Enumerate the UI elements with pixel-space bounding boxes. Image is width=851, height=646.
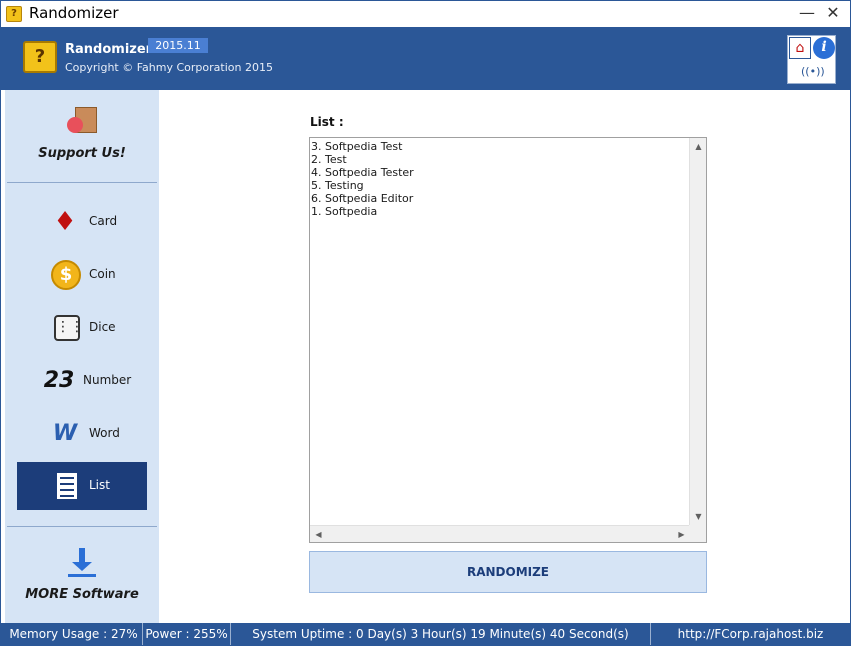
minimize-button[interactable]: — <box>793 1 821 27</box>
scroll-up-icon[interactable]: ▲ <box>690 138 707 155</box>
version-badge: 2015.11 <box>148 38 208 53</box>
broadcast-icon[interactable]: ((•)) <box>801 62 825 84</box>
list-line: 5. Testing <box>311 179 364 192</box>
number-icon: 23 <box>43 368 75 393</box>
randomize-button[interactable]: RANDOMIZE <box>309 551 707 593</box>
sidebar-item-label: Dice <box>89 320 116 334</box>
copyright-text: Copyright © Fahmy Corporation 2015 <box>65 61 273 74</box>
sidebar-item-dice[interactable]: ⋮⋮ Dice <box>17 304 147 352</box>
list-text: 3. Softpedia Test 2. Test 4. Softpedia Tes… <box>311 140 414 218</box>
sidebar: Support Us! ♦ Card $ Coin ⋮⋮ Dice 23 Num… <box>5 90 159 623</box>
header-banner: ? Randomizer 2015.11 Copyright © Fahmy C… <box>1 27 850 90</box>
sidebar-item-number[interactable]: 23 Number <box>17 357 147 405</box>
sidebar-item-coin[interactable]: $ Coin <box>17 251 147 299</box>
dice-icon: ⋮⋮ <box>54 315 84 341</box>
website-link[interactable]: http://FCorp.rajahost.biz <box>651 623 850 645</box>
app-name: Randomizer <box>65 42 153 57</box>
app-icon: ? <box>6 6 22 22</box>
scroll-left-icon[interactable]: ◀ <box>310 526 327 543</box>
sidebar-item-label: Coin <box>89 267 116 281</box>
sidebar-item-card[interactable]: ♦ Card <box>17 198 147 246</box>
sidebar-item-label: List <box>89 478 110 492</box>
list-line: 4. Softpedia Tester <box>311 166 414 179</box>
cards-icon: ♦ <box>53 207 77 237</box>
list-line: 3. Softpedia Test <box>311 140 403 153</box>
home-icon[interactable]: ⌂ <box>789 37 811 59</box>
download-icon <box>68 548 96 578</box>
sidebar-divider <box>7 182 157 183</box>
list-line: 1. Softpedia <box>311 205 378 218</box>
sidebar-item-list[interactable]: List <box>17 462 147 510</box>
sidebar-item-word[interactable]: W Word <box>17 410 147 458</box>
support-us-label: Support Us! <box>38 146 126 161</box>
app-window: ? Randomizer — ✕ ? Randomizer 2015.11 Co… <box>0 0 851 646</box>
gift-icon <box>67 107 97 135</box>
scroll-down-icon[interactable]: ▼ <box>690 508 707 525</box>
power-status: Power : 255% <box>143 623 231 645</box>
uptime-status: System Uptime : 0 Day(s) 3 Hour(s) 19 Mi… <box>231 623 651 645</box>
horizontal-scrollbar[interactable]: ◀ ▶ <box>310 525 690 542</box>
header-button-panel: ⌂ i ((•)) <box>787 35 836 84</box>
sidebar-item-label: Card <box>89 214 118 228</box>
title-bar: ? Randomizer — ✕ <box>1 1 850 27</box>
list-line: 2. Test <box>311 153 347 166</box>
window-title: Randomizer <box>29 4 119 22</box>
vertical-scrollbar[interactable]: ▲ ▼ <box>689 138 706 525</box>
list-textarea[interactable]: 3. Softpedia Test 2. Test 4. Softpedia Tes… <box>309 137 707 543</box>
coin-icon: $ <box>51 260 81 290</box>
status-bar: Memory Usage : 27% Power : 255% System U… <box>1 623 850 645</box>
sidebar-item-label: Word <box>89 426 120 440</box>
sidebar-item-label: Number <box>83 373 132 387</box>
support-us-button[interactable]: Support Us! <box>5 90 159 182</box>
scrollbar-corner <box>689 525 706 542</box>
list-label: List : <box>310 115 344 129</box>
more-software-label: MORE Software <box>25 587 139 602</box>
word-icon: W <box>52 421 78 446</box>
list-line: 6. Softpedia Editor <box>311 192 414 205</box>
close-button[interactable]: ✕ <box>819 1 847 27</box>
sidebar-divider <box>7 526 157 527</box>
scroll-right-icon[interactable]: ▶ <box>673 526 690 543</box>
app-logo: ? <box>23 41 57 73</box>
more-software-button[interactable]: MORE Software <box>5 540 159 610</box>
list-icon <box>55 471 79 503</box>
info-icon[interactable]: i <box>813 37 835 59</box>
memory-usage-status: Memory Usage : 27% <box>5 623 143 645</box>
